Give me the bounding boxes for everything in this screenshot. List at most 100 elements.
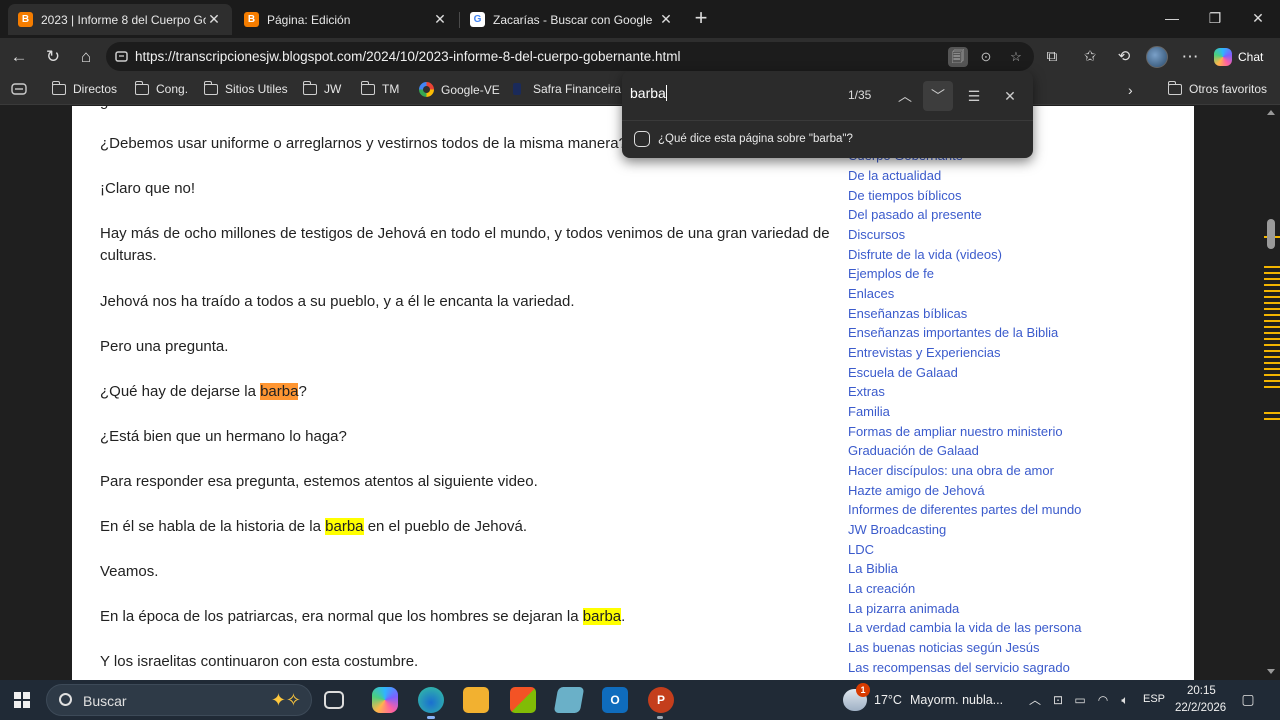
new-tab-button[interactable]: + <box>690 7 712 30</box>
sidebar-link[interactable]: Enseñanzas importantes de la Biblia <box>848 325 1058 340</box>
notes-app-icon[interactable] <box>553 687 585 713</box>
find-input[interactable]: barba <box>630 85 667 101</box>
sidebar-link[interactable]: Hacer discípulos: una obra de amor <box>848 463 1054 478</box>
sidebar-link[interactable]: Escuela de Galaad <box>848 365 958 380</box>
sidebar-toggle-icon[interactable] <box>11 82 27 96</box>
page-scrollbar[interactable] <box>1263 106 1280 680</box>
bookmark-jw[interactable]: JW <box>302 80 341 96</box>
sidebar-link[interactable]: De tiempos bíblicos <box>848 188 961 203</box>
sidebar-link[interactable]: Informes de diferentes partes del mundo <box>848 502 1081 517</box>
sidebar-link[interactable]: Las recompensas del servicio sagrado <box>848 660 1070 675</box>
sidebar-link[interactable]: Del pasado al presente <box>848 207 982 222</box>
volume-icon[interactable]: 🔈︎ <box>1118 693 1132 707</box>
chevron-right-icon[interactable]: › <box>1128 82 1133 98</box>
previous-match-button[interactable]: ︿ <box>890 81 920 111</box>
tab-informe[interactable]: B 2023 | Informe 8 del Cuerpo Gobe ✕ <box>8 4 232 35</box>
sidebar-link[interactable]: Enseñanzas bíblicas <box>848 306 967 321</box>
scroll-match-marker <box>1264 314 1280 316</box>
next-match-button[interactable]: ﹀ <box>923 81 953 111</box>
find-active-icon[interactable]: 🗐 <box>948 47 968 67</box>
extensions-icon[interactable]: ⧉ <box>1039 44 1065 70</box>
task-view-icon[interactable] <box>324 691 344 709</box>
copilot-chat-button[interactable]: Chat <box>1208 44 1274 70</box>
sidebar-link[interactable]: LDC <box>848 542 874 557</box>
bookmark-otros-favoritos[interactable]: Otros favoritos <box>1167 80 1267 96</box>
sidebar-link[interactable]: La Biblia <box>848 561 898 576</box>
bookmark-safra[interactable]: Safra Financeira <box>513 82 621 96</box>
sidebar-link[interactable]: Hazte amigo de Jehová <box>848 483 985 498</box>
sidebar-link[interactable]: Discursos <box>848 227 905 242</box>
weather-temp[interactable]: 17°C <box>874 693 902 707</box>
sidebar-link[interactable]: Extras <box>848 384 885 399</box>
find-options-icon[interactable]: ☰ <box>959 81 989 111</box>
clock-date[interactable]: 22/2/2026 <box>1175 702 1226 714</box>
sidebar-link[interactable]: Ejemplos de fe <box>848 266 934 281</box>
history-icon[interactable]: ⟲ <box>1111 44 1137 70</box>
scroll-match-marker <box>1264 278 1280 280</box>
profile-avatar[interactable] <box>1146 46 1168 68</box>
scroll-match-marker <box>1264 368 1280 370</box>
tab-google[interactable]: G Zacarías - Buscar con Google ✕ <box>460 4 684 35</box>
scroll-up-arrow[interactable] <box>1267 110 1275 115</box>
notifications-icon[interactable]: ▢ <box>1241 692 1255 706</box>
favorites-icon[interactable]: ✩ <box>1077 44 1103 70</box>
copilot-app-icon[interactable] <box>372 687 398 713</box>
sidebar-link[interactable]: Enlaces <box>848 286 894 301</box>
tab-title: 2023 | Informe 8 del Cuerpo Gobe <box>41 12 206 27</box>
sidebar-link[interactable]: La pizarra animada <box>848 601 959 616</box>
close-icon[interactable]: ✕ <box>432 11 448 28</box>
back-button[interactable]: ← <box>6 44 32 70</box>
site-info-icon[interactable] <box>114 49 129 64</box>
sidebar-link[interactable]: Graduación de Galaad <box>848 443 979 458</box>
minimize-button[interactable]: — <box>1162 8 1182 28</box>
address-bar[interactable]: https://transcripcionesjw.blogspot.com/2… <box>106 42 1034 71</box>
bookmark-cong[interactable]: Cong. <box>134 80 188 96</box>
tab-edicion[interactable]: B Página: Edición ✕ <box>234 4 458 35</box>
sidebar-link[interactable]: Las buenas noticias según Jesús <box>848 640 1040 655</box>
language-indicator[interactable]: ESP <box>1143 693 1165 705</box>
scroll-match-marker <box>1264 266 1280 268</box>
scroll-match-marker <box>1264 332 1280 334</box>
clock-time[interactable]: 20:15 <box>1187 685 1216 697</box>
settings-menu-icon[interactable]: ⋯ <box>1177 44 1203 70</box>
bookmark-google-ve[interactable]: Google-VE <box>419 82 500 97</box>
sidebar-link[interactable]: La verdad cambia la vida de las persona <box>848 620 1081 635</box>
home-button[interactable]: ⌂ <box>73 44 99 70</box>
close-icon[interactable]: ✕ <box>658 11 674 28</box>
favorite-star-icon[interactable]: ☆ <box>1006 47 1026 67</box>
sidebar-link[interactable]: Disfrute de la vida (videos) <box>848 247 1002 262</box>
sidebar-link[interactable]: Entrevistas y Experiencias <box>848 345 1000 360</box>
sidebar-link[interactable]: Formas de ampliar nuestro ministerio <box>848 424 1063 439</box>
scroll-thumb[interactable] <box>1267 219 1275 249</box>
battery-icon[interactable]: ▭ <box>1073 693 1087 707</box>
reload-button[interactable]: ↻ <box>40 44 66 70</box>
google-icon: G <box>470 12 485 27</box>
url-text[interactable]: https://transcripcionesjw.blogspot.com/2… <box>135 49 681 64</box>
bookmark-directos[interactable]: Directos <box>51 80 117 96</box>
sidebar-link[interactable]: De la actualidad <box>848 168 941 183</box>
bookmark-sitios-utiles[interactable]: Sitios Utiles <box>203 80 288 96</box>
close-find-button[interactable]: ✕ <box>995 81 1025 111</box>
ask-copilot-link[interactable]: ¿Qué dice esta página sobre "barba"? <box>634 131 853 147</box>
sidebar-link[interactable]: JW Broadcasting <box>848 522 946 537</box>
outlook-icon[interactable]: O <box>602 687 628 713</box>
close-icon[interactable]: ✕ <box>206 11 222 28</box>
wifi-icon[interactable]: ◠ <box>1096 693 1110 707</box>
sidebar-link[interactable]: La creación <box>848 581 915 596</box>
store-icon[interactable] <box>510 687 536 713</box>
taskbar-search[interactable]: Buscar ✦✧ <box>46 684 312 716</box>
powerpoint-icon[interactable]: P <box>648 687 674 713</box>
sidebar-link[interactable]: Familia <box>848 404 890 419</box>
windows-start-icon[interactable] <box>14 692 30 708</box>
close-window-button[interactable]: ✕ <box>1248 8 1268 28</box>
meet-now-icon[interactable]: ⊡ <box>1051 693 1065 707</box>
scroll-down-arrow[interactable] <box>1267 669 1275 674</box>
weather-desc[interactable]: Mayorm. nubla... <box>910 693 1003 707</box>
bookmark-tm[interactable]: TM <box>360 80 399 96</box>
chevron-up-icon[interactable]: ︿ <box>1028 693 1042 707</box>
restore-button[interactable]: ❐ <box>1205 8 1225 28</box>
more-tools-icon[interactable]: ⊙ <box>976 47 996 67</box>
file-explorer-icon[interactable] <box>463 687 489 713</box>
copilot-icon <box>1214 48 1232 66</box>
edge-browser-icon[interactable] <box>418 687 444 713</box>
